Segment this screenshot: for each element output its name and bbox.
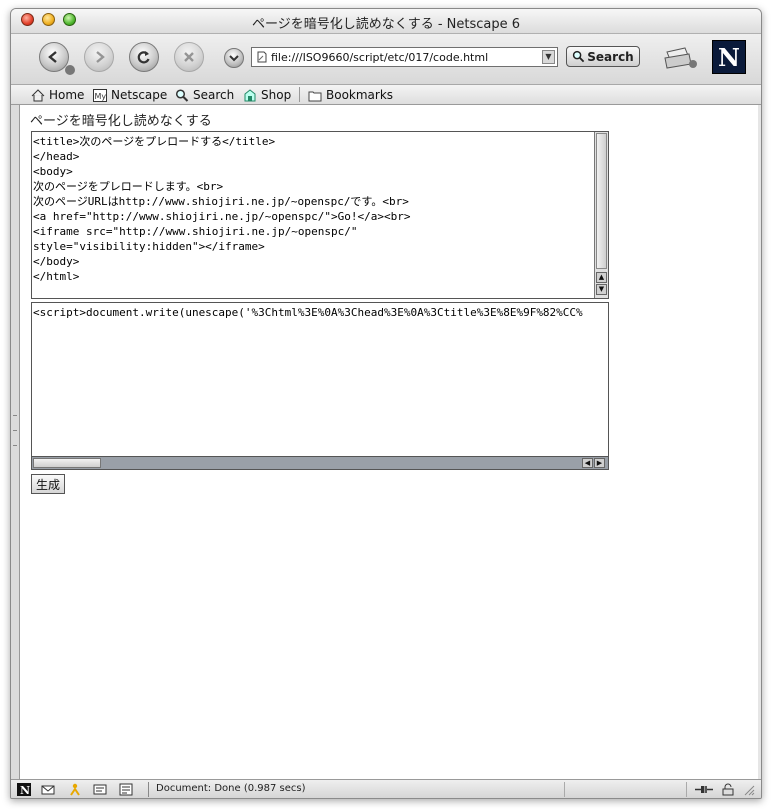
source-textarea-frame: <title>次のページをプレロードする</title> </head> <bo… xyxy=(31,131,609,299)
toolbar-item-label: Shop xyxy=(261,88,292,102)
source-textarea[interactable]: <title>次のページをプレロードする</title> </head> <bo… xyxy=(32,132,594,298)
address-book-icon[interactable] xyxy=(93,783,107,796)
status-separator xyxy=(148,782,149,797)
magnifier-icon xyxy=(175,88,189,102)
page-content: ページを暗号化し読めなくする <title>次のページをプレロードする</tit… xyxy=(19,105,758,779)
generate-button[interactable]: 生成 xyxy=(31,474,65,494)
personal-toolbar: Home My Netscape Search Shop Bookmarks xyxy=(11,85,761,105)
window-title: ページを暗号化し読めなくする - Netscape 6 xyxy=(251,17,521,32)
reload-icon xyxy=(137,51,150,64)
toolbar-item-search[interactable]: Search xyxy=(175,87,234,103)
url-dropdown-icon[interactable]: ▼ xyxy=(542,50,555,64)
instant-messenger-icon[interactable] xyxy=(68,783,82,796)
svg-text:N: N xyxy=(20,784,30,796)
scrollbar-thumb[interactable] xyxy=(33,458,101,468)
svg-text:My: My xyxy=(95,92,107,101)
reload-button[interactable] xyxy=(129,42,159,72)
scroll-right-arrow-icon[interactable]: ▶ xyxy=(594,458,605,468)
netscape-n-icon[interactable]: N xyxy=(17,783,31,796)
print-icon[interactable] xyxy=(661,44,699,70)
stop-button[interactable] xyxy=(174,42,204,72)
folder-icon xyxy=(308,91,322,101)
scroll-down-arrow-icon[interactable]: ▼ xyxy=(596,284,607,295)
back-arrow-icon xyxy=(48,51,57,63)
back-history-menu-icon[interactable] xyxy=(65,65,75,75)
status-bar: N Document: Done (0.987 secs) xyxy=(11,779,761,798)
resize-grip-icon[interactable] xyxy=(741,783,755,796)
forward-button[interactable] xyxy=(84,42,114,72)
status-separator xyxy=(686,782,687,797)
toolbar-item-shop[interactable]: Shop xyxy=(243,87,291,103)
toolbar-item-netscape[interactable]: My Netscape xyxy=(93,87,167,103)
stop-x-icon xyxy=(184,52,194,62)
url-bar[interactable]: ▼ xyxy=(251,47,558,67)
forward-arrow-icon xyxy=(96,51,105,63)
scroll-left-arrow-icon[interactable]: ◀ xyxy=(582,458,593,468)
navigation-toolbar: ▼ Search N xyxy=(11,34,761,85)
security-lock-icon[interactable] xyxy=(721,783,735,796)
search-button[interactable]: Search xyxy=(566,46,640,67)
online-plug-icon[interactable] xyxy=(694,783,714,796)
page-heading: ページを暗号化し読めなくする xyxy=(30,114,212,129)
magnifier-icon xyxy=(573,50,585,63)
netscape-logo[interactable]: N xyxy=(712,40,746,74)
mail-icon[interactable] xyxy=(41,783,55,796)
output-textarea-frame: <script>document.write(unescape('%3Chtml… xyxy=(31,302,609,470)
status-separator xyxy=(564,782,565,797)
title-bar: ページを暗号化し読めなくする - Netscape 6 xyxy=(11,9,761,34)
output-horizontal-scrollbar[interactable]: ◀ ▶ xyxy=(32,456,608,469)
toolbar-item-bookmarks[interactable]: Bookmarks xyxy=(308,87,393,103)
history-dropdown-button[interactable] xyxy=(224,48,244,68)
toolbar-separator xyxy=(299,87,300,102)
toolbar-item-label: Bookmarks xyxy=(326,88,394,102)
chevron-down-icon xyxy=(229,55,239,62)
scroll-up-arrow-icon[interactable]: ▲ xyxy=(596,272,607,283)
shop-icon xyxy=(244,88,256,101)
page-icon xyxy=(257,51,267,63)
toolbar-item-label: Home xyxy=(49,88,85,102)
composer-icon[interactable] xyxy=(119,783,133,796)
browser-window: ページを暗号化し読めなくする - Netscape 6 ▼ Search xyxy=(10,8,762,799)
url-input[interactable] xyxy=(271,50,541,64)
my-netscape-icon: My xyxy=(93,88,107,102)
output-textarea[interactable]: <script>document.write(unescape('%3Chtml… xyxy=(32,303,608,455)
toolbar-item-home[interactable]: Home xyxy=(31,87,84,103)
status-text: Document: Done (0.987 secs) xyxy=(156,783,306,794)
toolbar-item-label: Netscape xyxy=(111,88,168,102)
source-vertical-scrollbar[interactable]: ▲ ▼ xyxy=(594,132,608,298)
home-icon xyxy=(31,88,45,101)
sidebar-grippy[interactable] xyxy=(11,105,19,779)
search-button-label: Search xyxy=(587,49,634,64)
scrollbar-thumb[interactable] xyxy=(596,133,607,269)
toolbar-item-label: Search xyxy=(193,88,235,102)
